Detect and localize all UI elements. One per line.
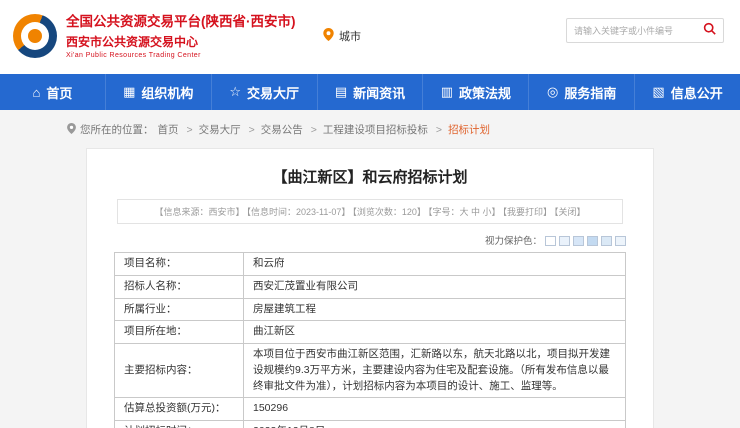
breadcrumb-item-construction-bidding[interactable]: 工程建设项目招标投标 — [323, 122, 428, 137]
field-value: 150296 — [244, 398, 626, 421]
service-guide-icon: ◎ — [547, 84, 558, 100]
trading-hall-icon: ☆ — [229, 84, 241, 100]
field-value: 本项目位于西安市曲江新区范围，汇新路以东，航天北路以北，项目拟开发建设规模约9.… — [244, 344, 626, 398]
site-header: 全国公共资源交易平台(陕西省·西安市) 西安市公共资源交易中心 Xi'an Pu… — [0, 0, 740, 74]
field-value: 房屋建筑工程 — [244, 298, 626, 321]
city-selector[interactable]: 城市 — [323, 28, 361, 44]
policy-icon: ▥ — [441, 84, 453, 100]
nav-item-label: 交易大厅 — [247, 83, 299, 102]
article-title: 【曲江新区】和云府招标计划 — [87, 149, 653, 199]
field-label: 项目名称： — [115, 253, 244, 276]
table-row: 计划招标时间： 2023年12月8日 — [115, 421, 626, 428]
main-nav: ⌂ 首页 ▦ 组织机构 ☆ 交易大厅 ▤ 新闻资讯 ▥ 政策法规 ◎ 服务指南 … — [0, 74, 740, 110]
nav-item-news[interactable]: ▤ 新闻资讯 — [318, 74, 424, 110]
breadcrumb-item-home[interactable]: 首页 — [158, 122, 179, 137]
field-label: 估算总投资额(万元)： — [115, 398, 244, 421]
table-row: 主要招标内容： 本项目位于西安市曲江新区范围，汇新路以东，航天北路以北，项目拟开… — [115, 344, 626, 398]
table-row: 项目所在地： 曲江新区 — [115, 321, 626, 344]
table-row: 项目名称： 和云府 — [115, 253, 626, 276]
search-box — [566, 18, 724, 43]
nav-item-label: 首页 — [46, 83, 72, 102]
site-title-block: 全国公共资源交易平台(陕西省·西安市) 西安市公共资源交易中心 Xi'an Pu… — [66, 10, 296, 59]
breadcrumb-item-current: 招标计划 — [448, 122, 490, 137]
center-title: 西安市公共资源交易中心 — [66, 33, 296, 50]
article-meta-bar: 【信息来源：西安市】【信息时间：2023-11-07】【浏览次数：120】【字号… — [117, 199, 623, 224]
breadcrumb-separator: > — [311, 124, 317, 136]
center-title-en: Xi'an Public Resources Trading Center — [66, 52, 296, 59]
home-icon: ⌂ — [32, 85, 40, 100]
eye-color-swatch[interactable] — [559, 236, 570, 246]
nav-item-policies[interactable]: ▥ 政策法规 — [423, 74, 529, 110]
nav-item-label: 信息公开 — [671, 83, 723, 102]
breadcrumb-separator: > — [249, 124, 255, 136]
field-label: 所属行业： — [115, 298, 244, 321]
nav-item-label: 组织机构 — [141, 83, 193, 102]
city-label: 城市 — [339, 28, 361, 44]
field-label: 主要招标内容： — [115, 344, 244, 398]
eye-color-swatch[interactable] — [573, 236, 584, 246]
field-label: 招标人名称： — [115, 275, 244, 298]
nav-item-label: 服务指南 — [564, 83, 616, 102]
meta-views: 【浏览次数：120】 — [352, 207, 426, 217]
table-row: 招标人名称： 西安汇茂置业有限公司 — [115, 275, 626, 298]
breadcrumb-pin-icon — [67, 123, 76, 137]
eye-color-swatch[interactable] — [615, 236, 626, 246]
field-value: 2023年12月8日 — [244, 421, 626, 428]
search-input[interactable] — [574, 26, 703, 36]
nav-item-info-disclosure[interactable]: ▧ 信息公开 — [635, 74, 740, 110]
info-disclosure-icon: ▧ — [652, 84, 664, 100]
breadcrumb-item-trading-hall[interactable]: 交易大厅 — [199, 122, 241, 137]
field-value: 和云府 — [244, 253, 626, 276]
article-card: 【曲江新区】和云府招标计划 【信息来源：西安市】【信息时间：2023-11-07… — [86, 148, 654, 428]
nav-item-trading-hall[interactable]: ☆ 交易大厅 — [212, 74, 318, 110]
field-label: 项目所在地： — [115, 321, 244, 344]
breadcrumb-prefix: 您所在的位置： — [80, 122, 154, 137]
eye-protection-label: 视力保护色： — [485, 236, 542, 247]
breadcrumb-separator: > — [187, 124, 193, 136]
table-row: 所属行业： 房屋建筑工程 — [115, 298, 626, 321]
breadcrumb: 您所在的位置： 首页 > 交易大厅 > 交易公告 > 工程建设项目招标投标 > … — [0, 110, 740, 148]
location-pin-icon — [323, 28, 334, 44]
meta-source: 【信息来源：西安市】 — [155, 207, 245, 217]
table-row: 估算总投资额(万元)： 150296 — [115, 398, 626, 421]
nav-item-label: 新闻资讯 — [353, 83, 405, 102]
eye-color-swatch[interactable] — [601, 236, 612, 246]
field-label: 计划招标时间： — [115, 421, 244, 428]
eye-color-swatch[interactable] — [545, 236, 556, 246]
platform-title: 全国公共资源交易平台(陕西省·西安市) — [66, 10, 296, 30]
site-logo-icon — [13, 14, 57, 58]
search-icon[interactable] — [703, 22, 716, 40]
eye-color-swatch[interactable] — [587, 236, 598, 246]
field-value: 西安汇茂置业有限公司 — [244, 275, 626, 298]
nav-item-service-guide[interactable]: ◎ 服务指南 — [529, 74, 635, 110]
nav-item-organization[interactable]: ▦ 组织机构 — [106, 74, 212, 110]
breadcrumb-separator: > — [436, 124, 442, 136]
meta-time: 【信息时间：2023-11-07】 — [247, 207, 351, 217]
project-info-table: 项目名称： 和云府 招标人名称： 西安汇茂置业有限公司 所属行业： 房屋建筑工程… — [114, 252, 626, 428]
print-button[interactable]: 【我要打印】 — [502, 207, 552, 217]
close-button[interactable]: 【关闭】 — [554, 207, 586, 217]
news-icon: ▤ — [335, 84, 347, 100]
field-value: 曲江新区 — [244, 321, 626, 344]
font-size-controls[interactable]: 【字号：大 中 小】 — [428, 207, 501, 217]
nav-item-home[interactable]: ⌂ 首页 — [0, 74, 106, 110]
organization-icon: ▦ — [123, 84, 135, 100]
breadcrumb-item-announcements[interactable]: 交易公告 — [261, 122, 303, 137]
nav-item-label: 政策法规 — [459, 83, 511, 102]
eye-protection-row: 视力保护色： — [87, 224, 653, 252]
